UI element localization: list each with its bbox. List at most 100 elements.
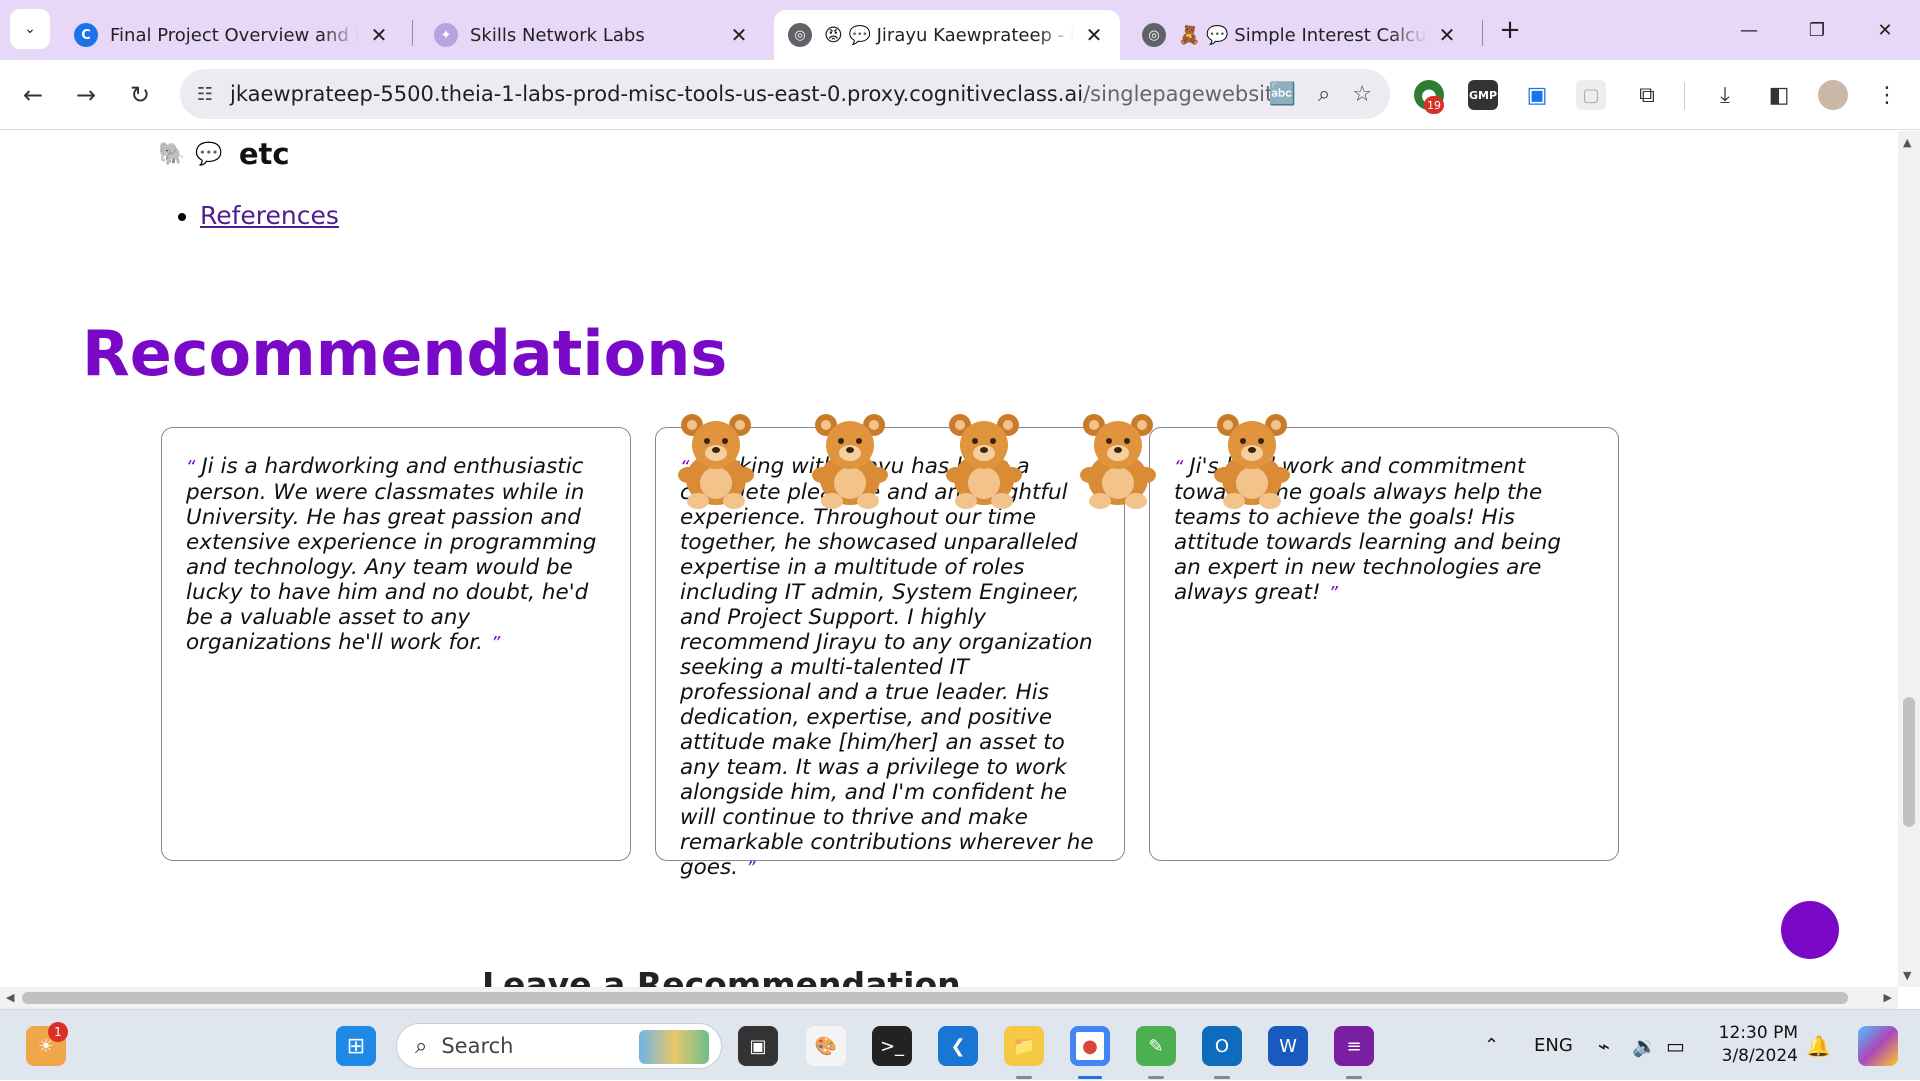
new-tab-button[interactable]: + xyxy=(1494,14,1526,46)
scrollbar-thumb[interactable] xyxy=(22,992,1848,1004)
url-host: jkaewprateep-5500.theia-1-labs-prod-misc… xyxy=(230,82,1084,106)
close-tab-icon[interactable]: ✕ xyxy=(1082,23,1106,47)
speech-bubble-icon: 💬 xyxy=(195,141,223,167)
scroll-down-icon[interactable]: ▼ xyxy=(1903,969,1911,982)
chrome-icon[interactable]: ● xyxy=(1070,1026,1110,1066)
running-indicator xyxy=(1346,1076,1362,1079)
url-text[interactable]: jkaewprateep-5500.theia-1-labs-prod-misc… xyxy=(230,82,1293,106)
scroll-right-icon[interactable]: ▶ xyxy=(1884,991,1892,1004)
close-icon: ✕ xyxy=(1877,19,1893,41)
download-icon[interactable]: ⤓ xyxy=(1710,80,1740,110)
tab-title: 🧸 💬 Simple Interest Calculato xyxy=(1178,24,1427,46)
toolbar-divider xyxy=(1684,82,1685,110)
skills-network-icon: ✦ xyxy=(434,23,458,47)
vscode-icon[interactable]: ❮ xyxy=(938,1026,978,1066)
image-editor-icon[interactable]: ✎ xyxy=(1136,1026,1176,1066)
chevron-up-icon: ⌃ xyxy=(1484,1035,1500,1056)
file-explorer-icon[interactable]: 📁 xyxy=(1004,1026,1044,1066)
tab-divider xyxy=(1482,20,1483,46)
forward-icon: → xyxy=(75,81,97,109)
globe-icon: ◎ xyxy=(1142,23,1166,47)
notification-bell-icon[interactable]: 🔔 xyxy=(1806,1010,1831,1081)
star-icon[interactable]: ☆ xyxy=(1352,82,1372,107)
tab-title: Skills Network Labs xyxy=(470,24,645,46)
minimize-button[interactable]: — xyxy=(1724,10,1774,50)
globe-icon: ◎ xyxy=(788,23,812,47)
copilot-icon[interactable] xyxy=(1858,1026,1898,1066)
scrollbar-thumb[interactable] xyxy=(1903,697,1915,827)
close-window-button[interactable]: ✕ xyxy=(1860,10,1910,50)
volume-icon[interactable]: 🔉 xyxy=(1632,1010,1657,1081)
sidepanel-icon[interactable]: ◧ xyxy=(1764,80,1794,110)
recommendation-text: Ji is a hardworking and enthusiastic per… xyxy=(186,454,597,655)
tab-title: 😡 💬 Jirayu Kaewprateep - Por xyxy=(824,24,1074,46)
winrar-icon[interactable]: ≡ xyxy=(1334,1026,1374,1066)
puzzle-icon[interactable]: ⧉ xyxy=(1632,80,1662,110)
floating-action-button[interactable] xyxy=(1781,901,1839,959)
running-indicator xyxy=(1214,1076,1230,1079)
taskbar-search[interactable]: ⌕ Search xyxy=(396,1023,722,1069)
language-indicator[interactable]: ENG xyxy=(1534,1010,1573,1081)
forward-button[interactable]: → xyxy=(66,75,106,115)
battery-icon[interactable]: ▭ xyxy=(1666,1010,1685,1081)
teddy-bear-icon xyxy=(946,414,1022,509)
recommendation-card: “Ji is a hardworking and enthusiastic pe… xyxy=(161,427,631,861)
close-tab-icon[interactable]: ✕ xyxy=(1435,23,1459,47)
tab-title: Final Project Overview and Revi xyxy=(110,24,359,46)
restore-icon: ❐ xyxy=(1808,19,1826,41)
plus-icon: + xyxy=(1499,15,1521,45)
notification-badge: 1 xyxy=(48,1022,68,1042)
clock-date: 3/8/2024 xyxy=(1721,1046,1798,1066)
active-indicator xyxy=(1078,1076,1102,1079)
close-tab-icon[interactable]: ✕ xyxy=(727,23,751,47)
zoom-icon[interactable]: ⌕ xyxy=(1318,82,1330,107)
tab-skills-network[interactable]: ✦ Skills Network Labs ✕ xyxy=(420,10,765,60)
paint-icon[interactable]: 🎨 xyxy=(806,1026,846,1066)
terminal-icon[interactable]: >_ xyxy=(872,1026,912,1066)
menu-icon[interactable]: ⋮ xyxy=(1872,80,1902,110)
camera-icon[interactable]: ▣ xyxy=(1522,80,1552,110)
show-hidden-icons[interactable]: ⌃ xyxy=(1484,1010,1499,1081)
tab-search-button[interactable]: ⌄ xyxy=(10,9,50,49)
page-viewport: 🐘 💬 etc References Recommendations “Ji i… xyxy=(0,131,1898,987)
tab-interest-calculator[interactable]: ◎ 🧸 💬 Simple Interest Calculato ✕ xyxy=(1128,10,1473,60)
windows-start-icon[interactable]: ⊞ xyxy=(336,1026,376,1066)
search-icon: ⌕ xyxy=(415,1033,428,1059)
scroll-up-icon[interactable]: ▲ xyxy=(1903,136,1911,149)
back-button[interactable]: ← xyxy=(13,75,53,115)
list-item: References xyxy=(200,201,339,230)
translate-icon[interactable]: 🔤 xyxy=(1269,82,1296,107)
scroll-left-icon[interactable]: ◀ xyxy=(6,991,14,1004)
taskbar: ☀ 1 ⊞ ⌕ Search ▣ 🎨 >_ ❮ 📁 ● ✎ O W ≡ ⌃ EN… xyxy=(0,1009,1920,1080)
teddy-bear-icon xyxy=(812,414,888,509)
word-icon[interactable]: W xyxy=(1268,1026,1308,1066)
vertical-scrollbar[interactable]: ▲ ▼ xyxy=(1898,131,1920,987)
chevron-down-icon: ⌄ xyxy=(24,21,36,37)
address-bar[interactable]: ☷ jkaewprateep-5500.theia-1-labs-prod-mi… xyxy=(180,69,1390,119)
extension-grey-icon[interactable]: ▢ xyxy=(1576,80,1606,110)
extension-gmp[interactable]: GMP xyxy=(1468,80,1498,110)
references-list: References xyxy=(180,201,339,230)
site-info-icon[interactable]: ☷ xyxy=(180,84,230,105)
teddy-bear-icon xyxy=(678,414,754,509)
tab-final-project[interactable]: C Final Project Overview and Revi ✕ xyxy=(60,10,405,60)
quote-close-icon: ” xyxy=(490,633,501,654)
clock[interactable]: 12:30 PM 3/8/2024 xyxy=(1718,1022,1798,1068)
outlook-icon[interactable]: O xyxy=(1202,1026,1242,1066)
horizontal-scrollbar[interactable]: ◀ ▶ xyxy=(0,987,1898,1009)
clock-time: 12:30 PM xyxy=(1718,1023,1798,1043)
restore-button[interactable]: ❐ xyxy=(1792,10,1842,50)
profile-avatar[interactable] xyxy=(1818,80,1848,110)
reload-button[interactable]: ↻ xyxy=(120,75,160,115)
running-indicator xyxy=(1148,1076,1164,1079)
task-view-icon[interactable]: ▣ xyxy=(738,1026,778,1066)
back-icon: ← xyxy=(22,81,44,109)
close-tab-icon[interactable]: ✕ xyxy=(367,23,391,47)
wifi-icon[interactable]: ⌁ xyxy=(1598,1010,1610,1081)
tab-portfolio[interactable]: ◎ 😡 💬 Jirayu Kaewprateep - Por ✕ xyxy=(774,10,1120,60)
references-link[interactable]: References xyxy=(200,201,339,230)
search-label: Search xyxy=(441,1034,514,1058)
minimize-icon: — xyxy=(1740,19,1758,41)
quote-open-icon: “ xyxy=(1174,457,1184,478)
etc-label: etc xyxy=(238,137,290,171)
